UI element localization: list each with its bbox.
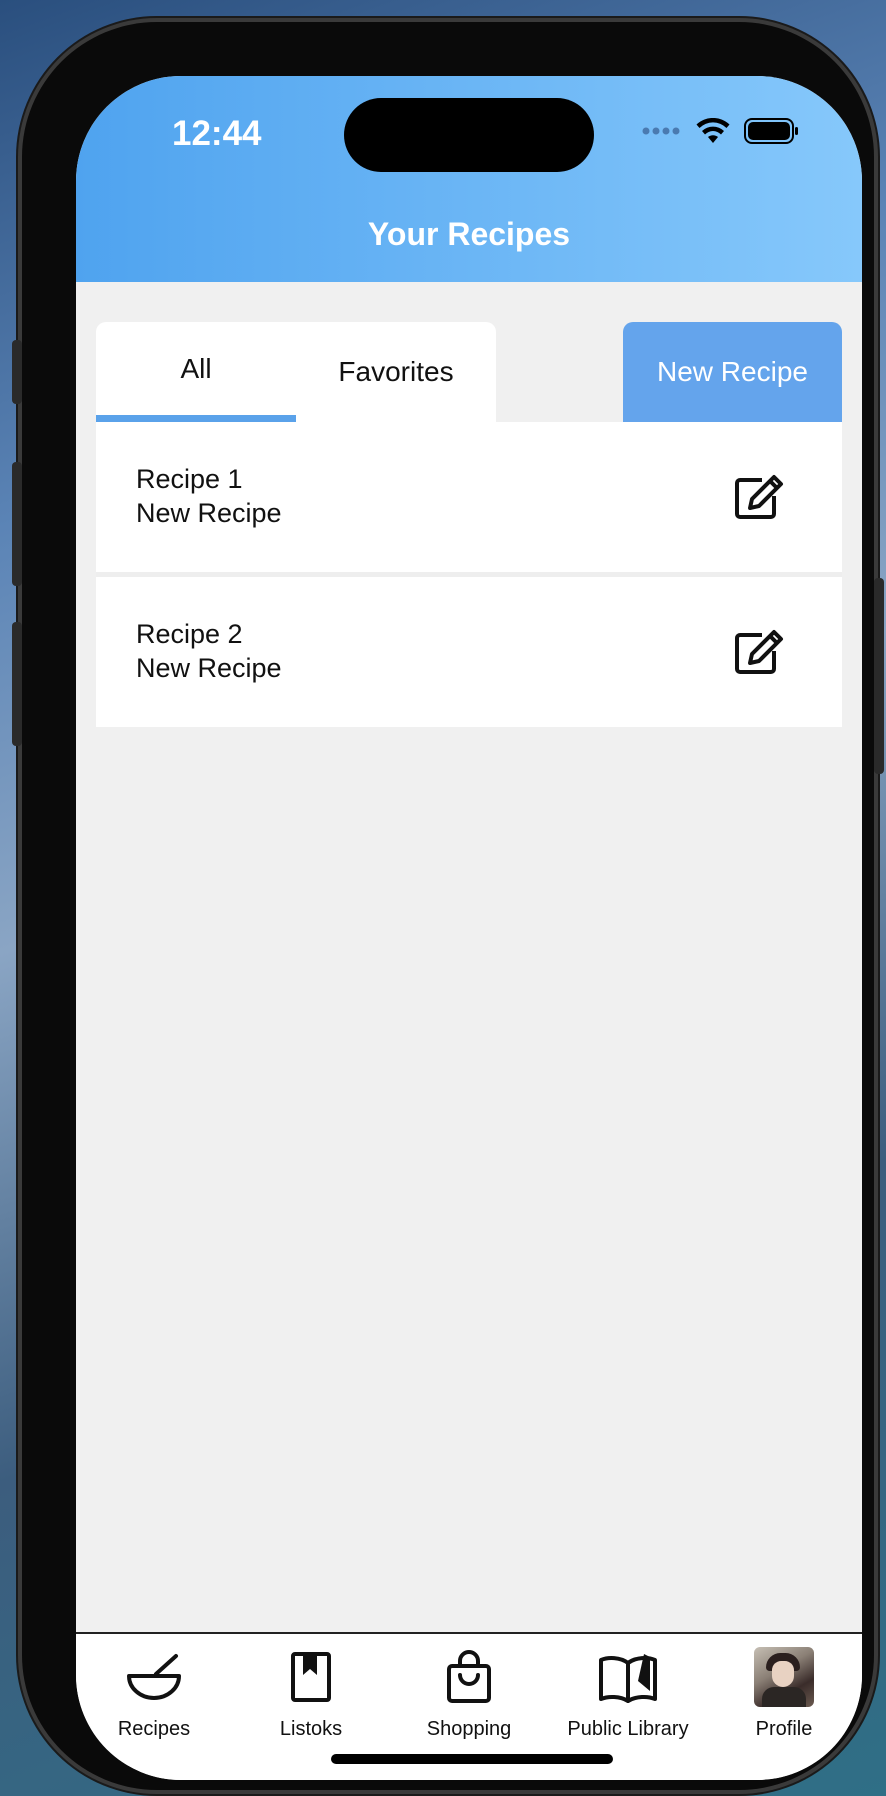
status-icons (642, 118, 800, 144)
volume-down-button (12, 622, 22, 746)
list-item[interactable]: Recipe 1 New Recipe (96, 422, 842, 577)
recipe-name: Recipe 2 (136, 619, 243, 649)
tabbar-item-profile[interactable]: Profile (709, 1646, 859, 1741)
open-book-icon (599, 1654, 657, 1703)
tabbar-item-public-library[interactable]: Public Library (548, 1646, 708, 1741)
header: 12:44 Your Recipes (76, 76, 862, 282)
recipe-text: Recipe 2 New Recipe (136, 617, 282, 685)
wifi-icon (696, 118, 730, 143)
tabbar-item-recipes[interactable]: Recipes (79, 1646, 229, 1741)
bottom-tab-bar: Recipes Listoks Shopping Public Library … (76, 1632, 862, 1780)
status-time: 12:44 (172, 114, 262, 153)
recipe-subtitle: New Recipe (136, 653, 282, 683)
signal-dots-icon (642, 127, 680, 135)
list-item[interactable]: Recipe 2 New Recipe (96, 577, 842, 727)
recipe-name: Recipe 1 (136, 464, 243, 494)
tabbar-item-listoks[interactable]: Listoks (236, 1646, 386, 1741)
tab-favorites-label: Favorites (338, 356, 454, 387)
edit-icon[interactable] (734, 629, 784, 675)
tabbar-label-profile: Profile (755, 1718, 813, 1740)
tab-group: All Favorites (96, 322, 496, 422)
book-bookmark-icon (291, 1652, 331, 1702)
battery-icon (744, 118, 798, 144)
avatar (754, 1647, 814, 1707)
shopping-bag-icon (447, 1650, 491, 1703)
power-button (874, 578, 884, 774)
tabbar-label-recipes: Recipes (117, 1718, 191, 1740)
page-title: Your Recipes (367, 216, 571, 252)
action-button (12, 340, 22, 404)
tab-favorites[interactable]: Favorites (296, 322, 496, 422)
tabbar-label-public-library: Public Library (567, 1718, 689, 1740)
recipe-subtitle: New Recipe (136, 498, 282, 528)
tabbar-label-listoks: Listoks (279, 1718, 343, 1740)
phone-frame: 12:44 Your Recipes All Favorites New Rec… (12, 22, 884, 1790)
edit-icon[interactable] (734, 474, 784, 520)
screen: 12:44 Your Recipes All Favorites New Rec… (76, 76, 862, 1780)
tab-all-label: All (180, 353, 212, 384)
new-recipe-button[interactable]: New Recipe (623, 322, 842, 422)
tabbar-item-shopping[interactable]: Shopping (394, 1646, 544, 1741)
tab-all[interactable]: All (96, 322, 296, 422)
recipe-list: Recipe 1 New Recipe Recipe 2 New Recipe (96, 422, 842, 727)
tabbar-label-shopping: Shopping (426, 1718, 512, 1740)
dynamic-island (344, 98, 594, 172)
bowl-icon (127, 1654, 181, 1700)
recipe-text: Recipe 1 New Recipe (136, 462, 282, 530)
home-indicator[interactable] (331, 1754, 613, 1764)
volume-up-button (12, 462, 22, 586)
